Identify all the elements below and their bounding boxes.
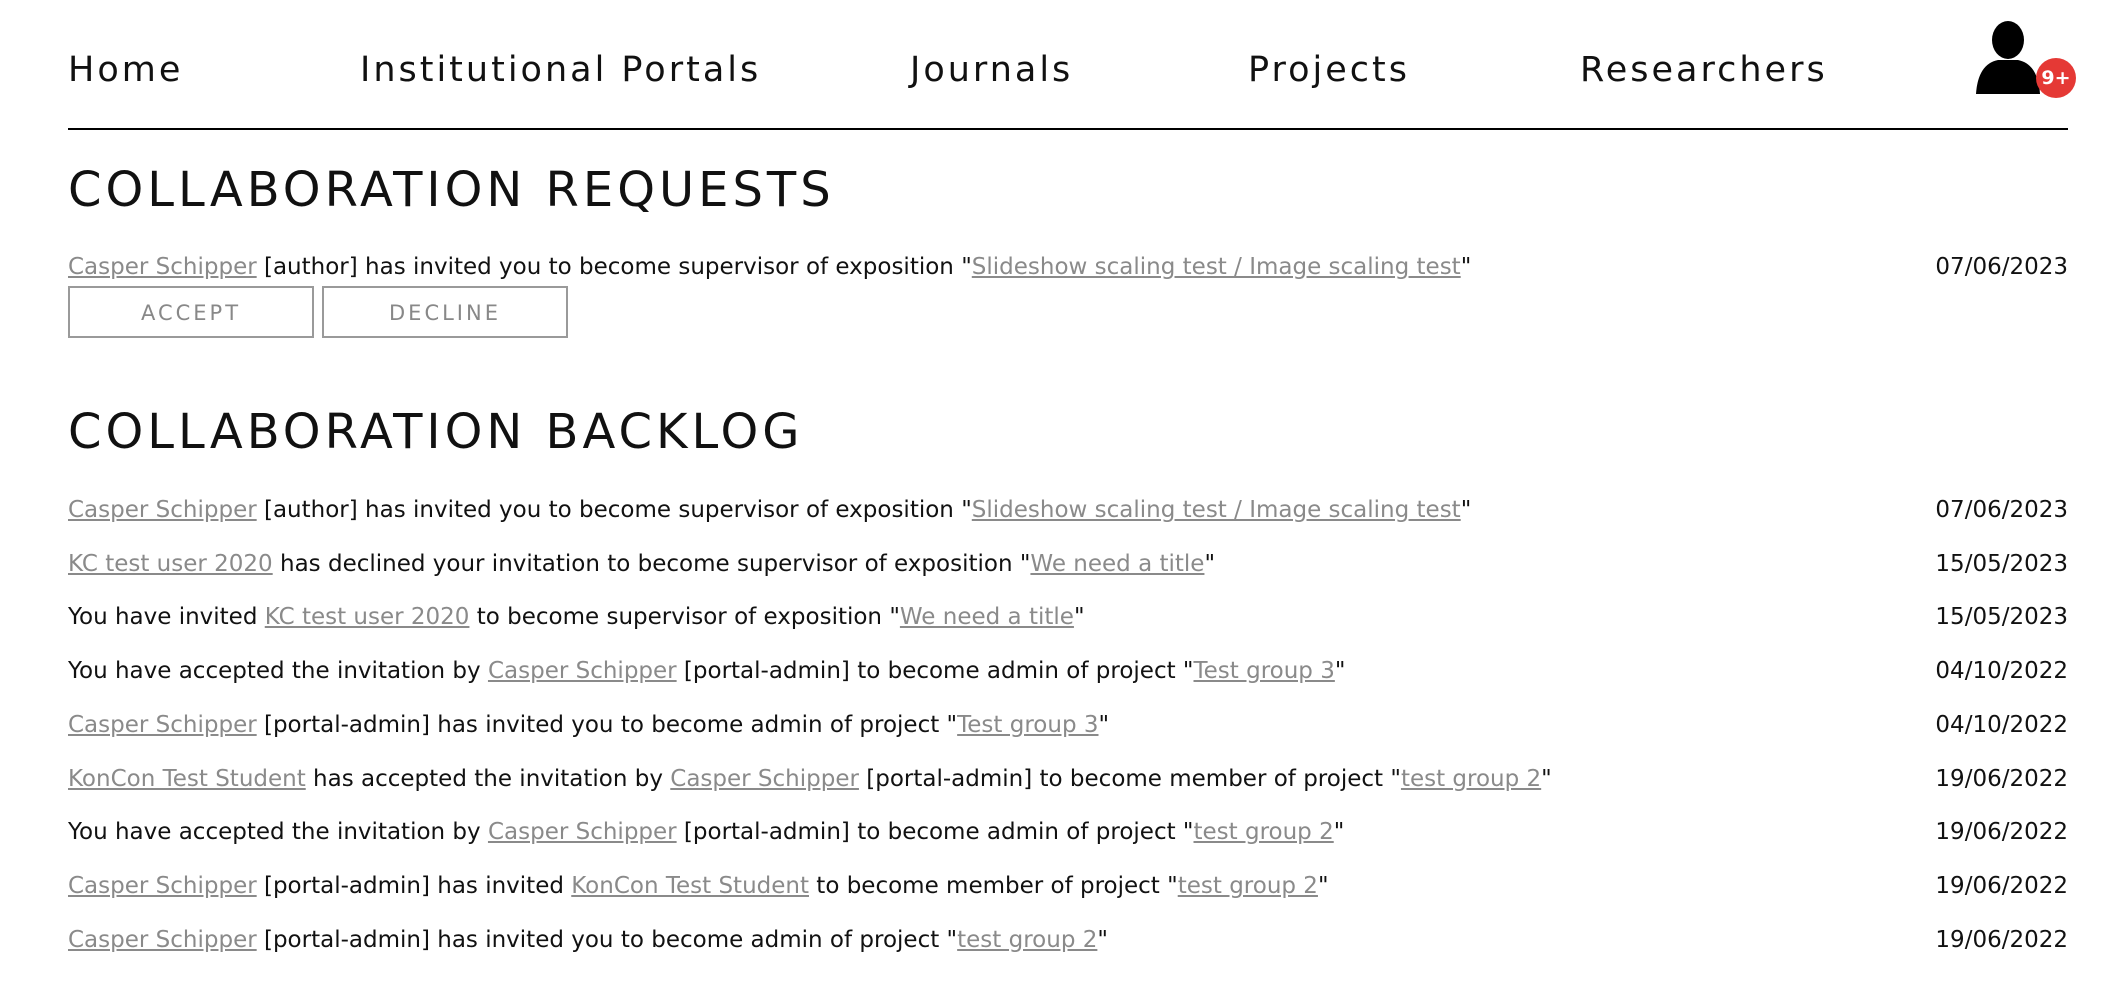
backlog-heading: COLLABORATION BACKLOG: [68, 404, 804, 460]
backlog-row: You have accepted the invitation by Casp…: [68, 651, 2068, 691]
backlog-text: to become supervisor of exposition ": [469, 604, 900, 631]
backlog-link[interactable]: We need a title: [900, 604, 1074, 630]
backlog-text: [portal-admin] has invited: [256, 872, 572, 899]
backlog-link[interactable]: We need a title: [1030, 551, 1204, 577]
backlog-link[interactable]: Casper Schipper: [488, 819, 677, 845]
backlog-row: Casper Schipper [author] has invited you…: [68, 490, 2068, 530]
backlog-date: 07/06/2023: [1935, 497, 2068, 523]
backlog-link[interactable]: Slideshow scaling test / Image scaling t…: [972, 497, 1461, 523]
backlog-text: [author] has invited you to become super…: [256, 497, 972, 523]
backlog-row: You have accepted the invitation by Casp…: [68, 812, 2068, 852]
requests-heading: COLLABORATION REQUESTS: [68, 162, 835, 218]
backlog-date: 19/06/2022: [1935, 765, 2068, 792]
backlog-link[interactable]: test group 2: [957, 927, 1097, 953]
backlog-date: 04/10/2022: [1935, 711, 2068, 738]
backlog-row: Casper Schipper [portal-admin] has invit…: [68, 920, 2068, 960]
backlog-text: [portal-admin] to become admin of projec…: [676, 658, 1194, 685]
backlog-link[interactable]: KonCon Test Student: [68, 766, 306, 792]
backlog-link[interactable]: Casper Schipper: [68, 497, 257, 523]
backlog-date: 19/06/2022: [1935, 819, 2068, 846]
user-menu-button[interactable]: 9+: [1972, 18, 2076, 102]
backlog-link[interactable]: Casper Schipper: [68, 873, 257, 899]
backlog-link[interactable]: test group 2: [1178, 873, 1318, 899]
backlog-text: [portal-admin] has invited you to become…: [256, 711, 958, 738]
backlog-row: KC test user 2020 has declined your invi…: [68, 544, 2068, 584]
backlog-row: Casper Schipper [portal-admin] has invit…: [68, 705, 2068, 745]
backlog-link[interactable]: KC test user 2020: [68, 551, 273, 577]
request-item: Casper Schipper [author] has invited you…: [68, 247, 2068, 287]
backlog-text: ": [1073, 604, 1085, 631]
backlog-link[interactable]: Test group 3: [957, 712, 1098, 738]
backlog-text: ": [1333, 819, 1345, 846]
backlog-text: You have accepted the invitation by: [68, 819, 488, 846]
backlog-link[interactable]: Test group 3: [1194, 658, 1335, 684]
backlog-date: 19/06/2022: [1935, 926, 2068, 953]
nav-projects[interactable]: Projects: [1248, 50, 1410, 90]
nav-journals[interactable]: Journals: [910, 50, 1073, 90]
backlog-row: KonCon Test Student has accepted the inv…: [68, 759, 2068, 799]
backlog-link[interactable]: KC test user 2020: [265, 604, 470, 630]
backlog-text: ": [1334, 658, 1346, 685]
backlog-row: Casper Schipper [portal-admin] has invit…: [68, 866, 2068, 906]
backlog-link[interactable]: Casper Schipper: [68, 927, 257, 953]
backlog-text: You have invited: [68, 604, 265, 631]
backlog-link[interactable]: Casper Schipper: [488, 658, 677, 684]
backlog-text: ": [1098, 711, 1110, 738]
backlog-text: [portal-admin] to become admin of projec…: [676, 819, 1194, 846]
backlog-text: ": [1317, 872, 1329, 899]
backlog-text: ": [1541, 765, 1552, 792]
backlog-date: 15/05/2023: [1935, 604, 2068, 631]
request-date: 07/06/2023: [1935, 254, 2068, 280]
nav-researchers[interactable]: Researchers: [1580, 50, 1828, 90]
backlog-text: to become member of project ": [809, 872, 1178, 899]
backlog-link[interactable]: test group 2: [1401, 766, 1541, 792]
backlog-text: [portal-admin] to become member of proje…: [858, 765, 1401, 792]
backlog-text: has declined your invitation to become s…: [272, 550, 1031, 577]
backlog-date: 19/06/2022: [1935, 872, 2068, 899]
nav-home[interactable]: Home: [68, 50, 183, 90]
backlog-link[interactable]: KonCon Test Student: [571, 873, 809, 899]
backlog-link[interactable]: test group 2: [1194, 819, 1334, 845]
user-avatar-icon: [1976, 21, 2040, 94]
backlog-row: You have invited KC test user 2020 to be…: [68, 597, 2068, 637]
decline-button[interactable]: DECLINE: [322, 286, 568, 338]
backlog-link[interactable]: Casper Schipper: [670, 766, 859, 792]
accept-button[interactable]: ACCEPT: [68, 286, 314, 338]
backlog-text: ": [1204, 550, 1216, 577]
backlog-date: 04/10/2022: [1935, 658, 2068, 685]
backlog-text: has accepted the invitation by: [305, 765, 671, 792]
backlog-text: ": [1097, 926, 1108, 953]
nav-institutional-portals[interactable]: Institutional Portals: [360, 50, 761, 90]
backlog-text: ": [1460, 497, 1472, 523]
top-navigation: Home Institutional Portals Journals Proj…: [68, 0, 2076, 130]
request-user-link[interactable]: Casper Schipper: [68, 254, 257, 280]
backlog-date: 15/05/2023: [1935, 550, 2068, 577]
backlog-link[interactable]: Casper Schipper: [68, 712, 257, 738]
notification-badge: 9+: [2036, 58, 2076, 98]
request-exposition-link[interactable]: Slideshow scaling test / Image scaling t…: [972, 254, 1461, 280]
backlog-text: You have accepted the invitation by: [68, 658, 488, 685]
backlog-text: [portal-admin] has invited you to become…: [256, 926, 958, 953]
